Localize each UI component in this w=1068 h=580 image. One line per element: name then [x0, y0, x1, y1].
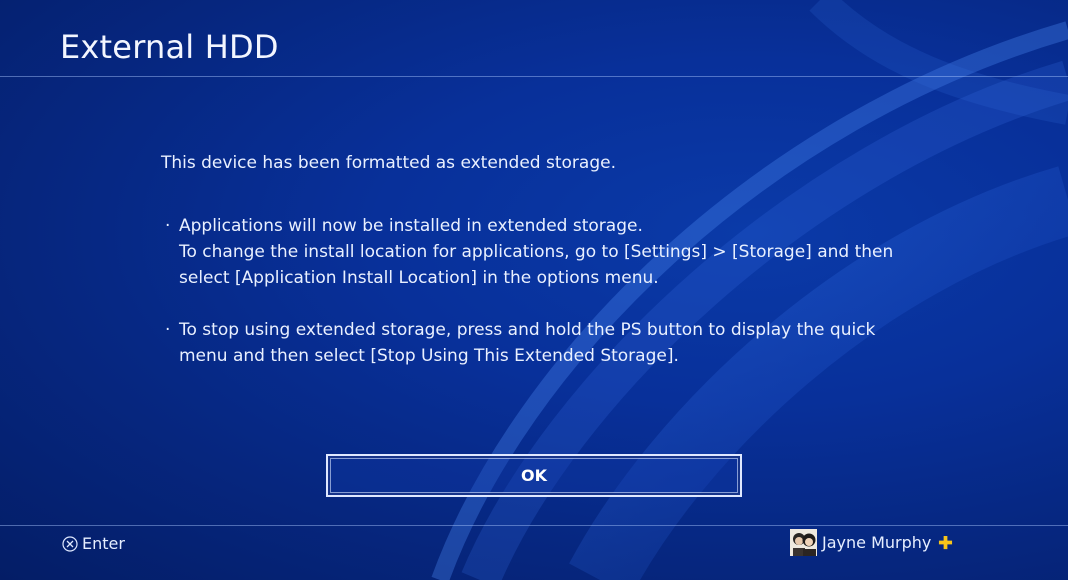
bullet-line: To stop using extended storage, press an… — [179, 320, 876, 340]
bullet-line: select [Application Install Location] in… — [179, 268, 659, 288]
bullet-marker: · — [165, 320, 171, 340]
ok-button-label: OK — [521, 466, 547, 485]
avatar — [790, 529, 817, 556]
user-info: Jayne Murphy — [790, 529, 953, 556]
bullet-line: menu and then select [Stop Using This Ex… — [179, 346, 679, 366]
playstation-plus-icon — [939, 535, 953, 550]
dialog-message: This device has been formatted as extend… — [161, 150, 921, 395]
cross-button-icon — [62, 535, 78, 552]
page-title: External HDD — [60, 28, 279, 66]
footer-bar: Enter Jayne Murphy — [0, 525, 1068, 580]
avatar-image — [790, 529, 817, 556]
bullet-item: · Applications will now be installed in … — [161, 213, 921, 291]
user-name: Jayne Murphy — [822, 533, 932, 552]
enter-label: Enter — [82, 534, 125, 553]
bullet-item: · To stop using extended storage, press … — [161, 317, 921, 369]
intro-text: This device has been formatted as extend… — [161, 153, 616, 173]
ok-button[interactable]: OK — [326, 454, 742, 497]
bullet-marker: · — [165, 216, 171, 236]
bullet-line: To change the install location for appli… — [179, 242, 894, 262]
enter-hint: Enter — [62, 534, 125, 553]
bullet-line: Applications will now be installed in ex… — [179, 216, 643, 236]
header-bar: External HDD — [0, 0, 1068, 77]
